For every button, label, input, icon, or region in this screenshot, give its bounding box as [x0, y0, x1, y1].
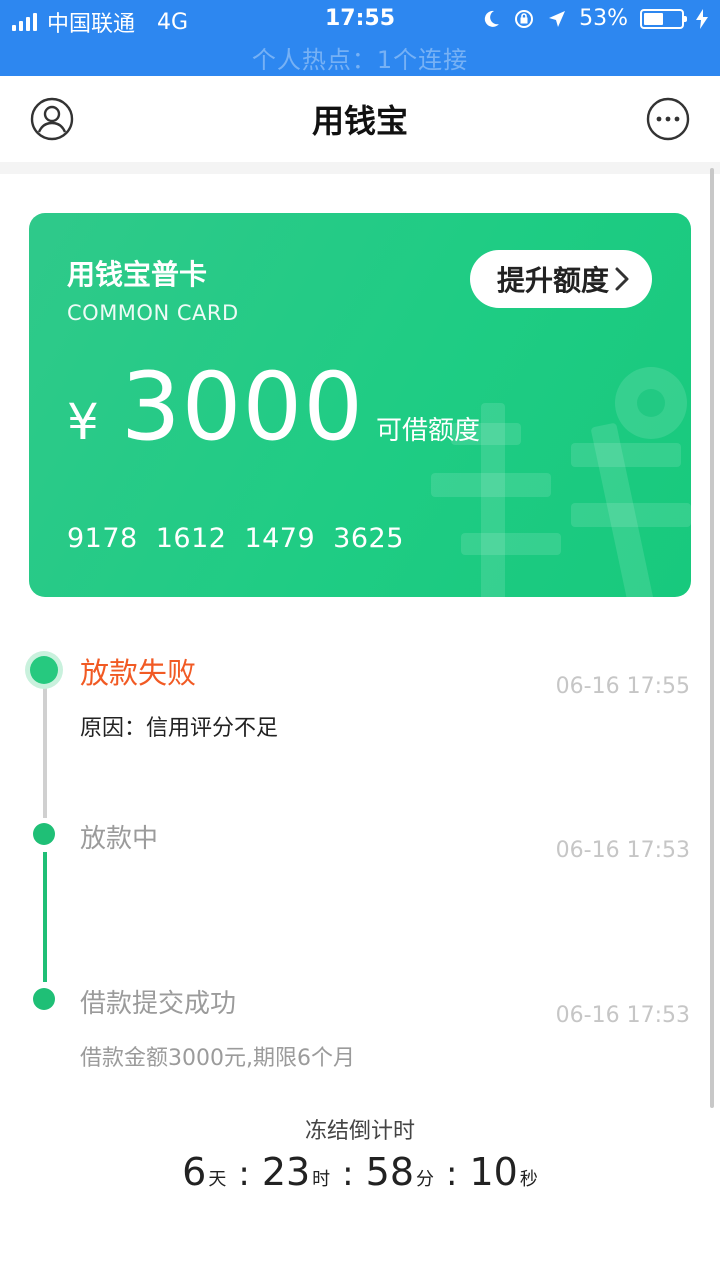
timeline-dot	[33, 988, 55, 1010]
countdown-separator: :	[342, 1154, 354, 1194]
battery-percent: 53%	[579, 6, 628, 31]
raise-limit-button[interactable]: 提升额度	[470, 250, 652, 308]
nav-bar: 用钱宝	[0, 76, 720, 162]
countdown-label: 冻结倒计时	[304, 1119, 415, 1144]
credit-amount: ¥ 3000 可借额度	[67, 353, 480, 462]
countdown-hours-unit: 时	[312, 1169, 331, 1190]
countdown-minutes: 58	[365, 1150, 414, 1194]
timeline-title: 放款中	[80, 824, 159, 854]
countdown-days: 6	[182, 1150, 207, 1194]
timeline-connector	[43, 852, 47, 982]
currency-symbol: ¥	[67, 393, 99, 451]
countdown-separator: :	[238, 1154, 250, 1194]
page-title: 用钱宝	[311, 102, 408, 140]
rotation-lock-icon	[515, 9, 534, 28]
countdown-hours: 23	[261, 1150, 311, 1194]
battery-icon	[640, 8, 687, 29]
charging-icon	[696, 8, 708, 29]
card-number-group: 9178	[67, 523, 138, 554]
countdown-separator: :	[446, 1154, 458, 1194]
timeline-dot-current	[30, 656, 58, 684]
timeline-time: 06-16 17:53	[555, 1003, 690, 1028]
card-number-group: 3625	[333, 523, 404, 554]
moon-icon	[484, 10, 500, 27]
timeline-title: 借款提交成功	[80, 989, 237, 1019]
scrollbar[interactable]	[710, 168, 714, 1108]
timeline-time: 06-16 17:55	[555, 674, 690, 699]
credit-card: 用钱宝普卡 COMMON CARD 提升额度 ¥ 3000 可借额度 9178 …	[29, 213, 691, 597]
chevron-right-icon	[615, 267, 629, 291]
freeze-countdown: 6 天 : 23 时 : 58 分 : 10 秒	[0, 1150, 720, 1194]
card-name: 用钱宝普卡	[67, 258, 208, 291]
more-icon[interactable]	[646, 97, 690, 141]
raise-limit-label: 提升额度	[496, 264, 609, 297]
card-number-group: 1612	[155, 523, 227, 554]
location-icon	[549, 10, 566, 27]
countdown-seconds: 10	[469, 1150, 518, 1194]
timeline-title: 放款失败	[80, 656, 197, 690]
timeline-note: 借款金额3000元,期限6个月	[80, 1046, 355, 1071]
status-bar: 中国联通 4G 17:55 53% 个人热点：1个连接	[0, 0, 720, 76]
section-divider	[0, 162, 720, 174]
amount-label: 可借额度	[376, 416, 481, 446]
timeline-connector	[43, 670, 47, 818]
timeline-time: 06-16 17:53	[555, 838, 690, 863]
hotspot-banner[interactable]: 个人热点：1个连接	[0, 40, 720, 75]
countdown-minutes-unit: 分	[416, 1169, 434, 1190]
card-number-group: 1479	[244, 523, 316, 554]
timeline-dot	[33, 823, 55, 845]
countdown-days-unit: 天	[208, 1169, 227, 1190]
card-number: 9178 1612 1479 3625	[67, 523, 404, 554]
timeline-note: 原因：信用评分不足	[80, 716, 279, 741]
card-subtitle: COMMON CARD	[67, 301, 239, 325]
countdown-seconds-unit: 秒	[519, 1169, 538, 1190]
amount-value: 3000	[120, 353, 365, 462]
